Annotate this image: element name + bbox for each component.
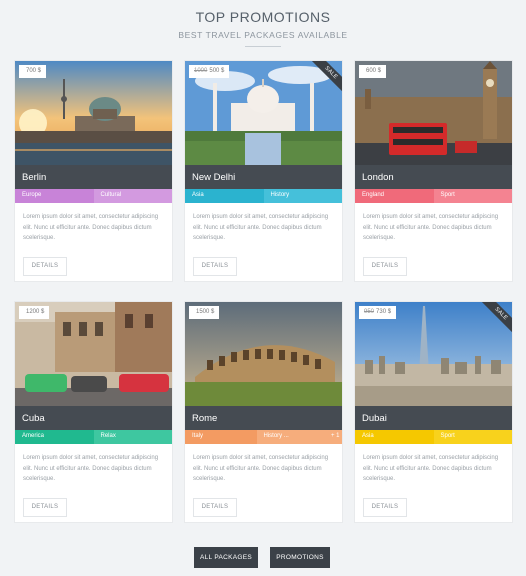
berlin-photo[interactable]: 700 $ xyxy=(15,61,172,165)
current-price: 1200 $ xyxy=(26,309,45,315)
tag-region[interactable]: America xyxy=(15,430,94,444)
tag-bar: Asia History xyxy=(185,189,342,203)
promo-card-london[interactable]: 600 $ London England Sport Lorem ipsum d… xyxy=(354,60,513,282)
promo-card-cuba[interactable]: 1200 $ Cuba America Relax Lorem ipsum do… xyxy=(14,301,173,523)
current-price: 730 $ xyxy=(376,309,392,315)
details-button[interactable]: DETAILS xyxy=(23,498,67,517)
card-description: Lorem ipsum dolor sit amet, consectetur … xyxy=(23,214,159,241)
cuba-photo[interactable]: 1200 $ xyxy=(15,302,172,406)
current-price: 500 $ xyxy=(209,68,225,74)
city-name: Rome xyxy=(185,406,342,430)
dubai-photo[interactable]: 950 730 $ SALE xyxy=(355,302,512,406)
all-packages-button[interactable]: ALL PACKAGES xyxy=(194,547,258,568)
card-description: Lorem ipsum dolor sit amet, consectetur … xyxy=(193,214,329,241)
card-description: Lorem ipsum dolor sit amet, consectetur … xyxy=(363,214,499,241)
tag-category[interactable]: Relax xyxy=(93,430,172,444)
price-label: 950 730 $ xyxy=(359,306,397,319)
tag-bar: Asia Sport xyxy=(355,430,512,444)
current-price: 700 $ xyxy=(26,68,42,74)
details-button[interactable]: DETAILS xyxy=(363,257,407,276)
tag-region[interactable]: Italy xyxy=(185,430,257,444)
tag-category[interactable]: History ... xyxy=(256,430,328,444)
promo-card-new-delhi[interactable]: 1000 500 $ SALE New Delhi Asia History Lo… xyxy=(184,60,343,282)
tag-bar: America Relax xyxy=(15,430,172,444)
tag-region[interactable]: England xyxy=(355,189,434,203)
city-name: Berlin xyxy=(15,165,172,189)
city-name: London xyxy=(355,165,512,189)
tag-region[interactable]: Asia xyxy=(355,430,434,444)
london-photo[interactable]: 600 $ xyxy=(355,61,512,165)
title-divider xyxy=(245,46,281,47)
new-delhi-photo[interactable]: 1000 500 $ SALE xyxy=(185,61,342,165)
sale-ribbon: SALE xyxy=(310,61,342,93)
promo-card-berlin[interactable]: 700 $ Berlin Europe Cultural Lorem ipsum… xyxy=(14,60,173,282)
city-name: Dubai xyxy=(355,406,512,430)
page-title: TOP PROMOTIONS xyxy=(195,9,331,25)
city-name: Cuba xyxy=(15,406,172,430)
tag-bar: Italy History ... + 1 xyxy=(185,430,342,444)
tag-region[interactable]: Europe xyxy=(15,189,94,203)
sale-label: SALE xyxy=(480,302,512,334)
current-price: 1500 $ xyxy=(196,309,215,315)
tag-bar: Europe Cultural xyxy=(15,189,172,203)
card-description: Lorem ipsum dolor sit amet, consectetur … xyxy=(363,455,499,482)
card-description: Lorem ipsum dolor sit amet, consectetur … xyxy=(23,455,159,482)
price-label: 1500 $ xyxy=(189,306,220,319)
city-name: New Delhi xyxy=(185,165,342,189)
price-label: 700 $ xyxy=(19,65,47,78)
old-price: 950 xyxy=(364,309,375,315)
old-price: 1000 xyxy=(194,68,208,74)
price-label: 1000 500 $ xyxy=(189,65,230,78)
promo-card-rome[interactable]: 1500 $ Rome Italy History ... + 1 Lorem … xyxy=(184,301,343,523)
tag-region[interactable]: Asia xyxy=(185,189,264,203)
tag-category[interactable]: Sport xyxy=(433,430,512,444)
rome-photo[interactable]: 1500 $ xyxy=(185,302,342,406)
price-label: 1200 $ xyxy=(19,306,50,319)
details-button[interactable]: DETAILS xyxy=(193,498,237,517)
tag-category[interactable]: History xyxy=(263,189,342,203)
current-price: 600 $ xyxy=(366,68,382,74)
promo-card-dubai[interactable]: 950 730 $ SALE Dubai Asia Sport Lorem ips… xyxy=(354,301,513,523)
details-button[interactable]: DETAILS xyxy=(363,498,407,517)
price-label: 600 $ xyxy=(359,65,387,78)
tag-bar: England Sport xyxy=(355,189,512,203)
sale-ribbon: SALE xyxy=(480,302,512,334)
details-button[interactable]: DETAILS xyxy=(193,257,237,276)
tag-more[interactable]: + 1 xyxy=(328,430,342,444)
promotions-button[interactable]: PROMOTIONS xyxy=(270,547,330,568)
tag-category[interactable]: Sport xyxy=(433,189,512,203)
tag-category[interactable]: Cultural xyxy=(93,189,172,203)
details-button[interactable]: DETAILS xyxy=(23,257,67,276)
page-subtitle: BEST TRAVEL PACKAGES AVAILABLE xyxy=(178,30,348,40)
sale-label: SALE xyxy=(310,61,342,93)
card-description: Lorem ipsum dolor sit amet, consectetur … xyxy=(193,455,329,482)
